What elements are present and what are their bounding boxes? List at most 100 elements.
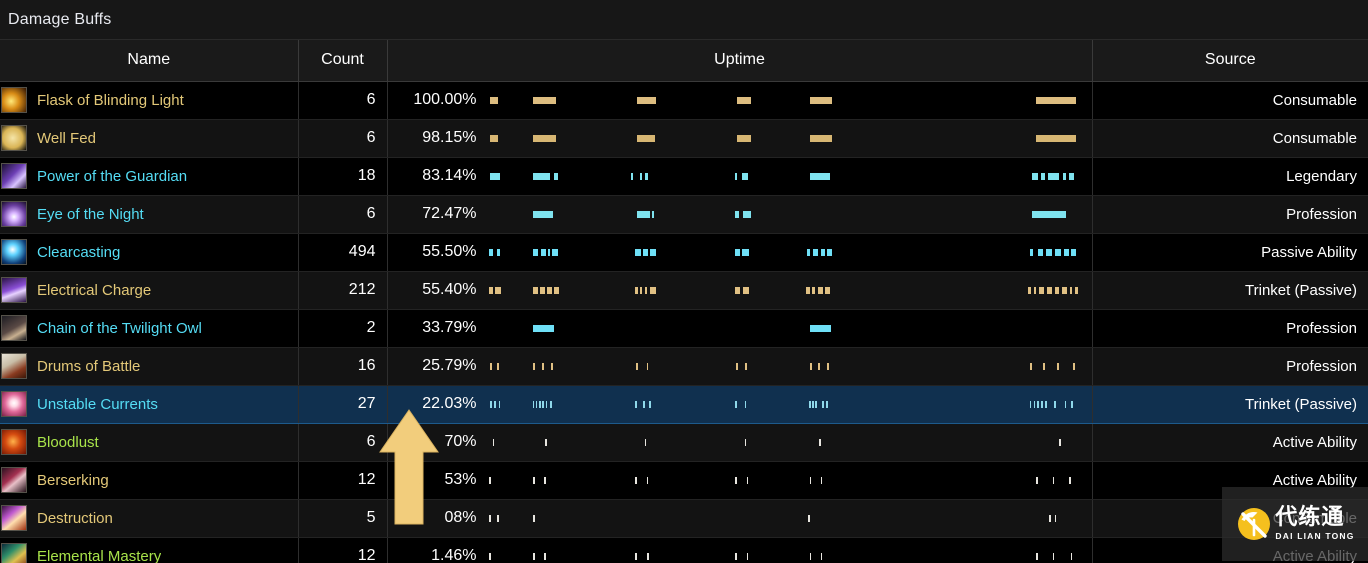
uptime-segment xyxy=(734,172,737,180)
window-titlebar: Damage Buffs xyxy=(0,0,1368,40)
uptime-segment xyxy=(1069,172,1074,180)
table-row-power-of-the-guardian[interactable]: Power of the Guardian 18 83.14% Legendar… xyxy=(0,157,1368,196)
cell-source: Profession xyxy=(1092,195,1368,234)
uptime-segment xyxy=(818,286,824,294)
uptime-segment xyxy=(497,362,500,370)
table-header: Name Count Uptime Source xyxy=(0,40,1368,82)
table-row-unstable-currents[interactable]: Unstable Currents 27 22.03% Trinket (Pas… xyxy=(0,384,1368,424)
uptime-segment xyxy=(808,400,811,408)
cell-name[interactable]: Flask of Blinding Light xyxy=(0,81,299,120)
uptime-segment xyxy=(550,400,553,408)
table-row-chain-of-the-twilight-owl[interactable]: Chain of the Twilight Owl 2 33.79% Profe… xyxy=(0,309,1368,348)
uptime-segment xyxy=(635,400,637,408)
cell-name[interactable]: Unstable Currents xyxy=(0,384,299,424)
uptime-segment xyxy=(1071,248,1076,256)
buff-name-label: Well Fed xyxy=(37,129,96,147)
uptime-segment xyxy=(734,210,739,218)
uptime-segment xyxy=(494,400,496,408)
uptime-segment xyxy=(820,248,826,256)
uptime-segment xyxy=(1052,552,1055,560)
uptime-segment xyxy=(635,286,638,294)
cell-name[interactable]: Destruction xyxy=(0,499,299,538)
uptime-segment xyxy=(542,362,545,370)
uptime-segment xyxy=(1036,96,1076,104)
uptime-segment xyxy=(742,286,750,294)
table-row-flask-of-blinding-light[interactable]: Flask of Blinding Light 6 100.00% Consum… xyxy=(0,81,1368,120)
cell-name[interactable]: Elemental Mastery xyxy=(0,537,299,563)
column-header-uptime[interactable]: Uptime xyxy=(387,40,1093,82)
uptime-segment xyxy=(635,476,637,484)
uptime-bar-track xyxy=(480,386,1092,423)
uptime-percent-label: 08% xyxy=(444,509,477,526)
uptime-segment xyxy=(1062,172,1066,180)
column-header-name[interactable]: Name xyxy=(0,40,299,82)
cell-name[interactable]: Drums of Battle xyxy=(0,347,299,386)
power-of-the-guardian-icon xyxy=(1,163,27,189)
cell-name[interactable]: Chain of the Twilight Owl xyxy=(0,309,299,348)
bloodlust-icon xyxy=(1,429,27,455)
cell-name[interactable]: Eye of the Night xyxy=(0,195,299,234)
uptime-segment xyxy=(822,400,824,408)
uptime-segment xyxy=(1064,400,1067,408)
cell-name[interactable]: Electrical Charge xyxy=(0,271,299,310)
table-row-drums-of-battle[interactable]: Drums of Battle 16 25.79% Profession xyxy=(0,347,1368,386)
cell-name[interactable]: Berserking xyxy=(0,461,299,500)
cell-count: 18 xyxy=(298,157,388,196)
uptime-segment xyxy=(652,210,655,218)
uptime-segment xyxy=(1029,362,1032,370)
cell-source: Trinket (Passive) xyxy=(1092,384,1368,424)
cell-name[interactable]: Clearcasting xyxy=(0,233,299,272)
uptime-segment xyxy=(1056,362,1059,370)
uptime-segment xyxy=(490,400,492,408)
uptime-segment xyxy=(737,134,751,142)
cell-name[interactable]: Well Fed xyxy=(0,119,299,158)
uptime-segment xyxy=(646,476,649,484)
uptime-segment xyxy=(745,362,748,370)
uptime-segment xyxy=(1054,514,1057,522)
uptime-segment xyxy=(1049,514,1052,522)
uptime-segment xyxy=(533,96,557,104)
cell-name[interactable]: Bloodlust xyxy=(0,423,299,462)
uptime-segment xyxy=(1040,172,1045,180)
buff-name-label: Power of the Guardian xyxy=(37,167,188,185)
berserking-icon xyxy=(1,467,27,493)
uptime-segment xyxy=(533,362,536,370)
table-row-electrical-charge[interactable]: Electrical Charge 212 55.40% Trinket (Pa… xyxy=(0,271,1368,310)
uptime-segment xyxy=(635,362,638,370)
uptime-percent-label: 33.79% xyxy=(422,319,477,336)
uptime-segment xyxy=(1070,552,1073,560)
uptime-segment xyxy=(497,514,499,522)
uptime-segment xyxy=(1029,248,1033,256)
uptime-segment xyxy=(809,552,812,560)
uptime-segment xyxy=(1069,286,1073,294)
table-row-berserking[interactable]: Berserking 12 53% Active Ability xyxy=(0,461,1368,500)
cell-source: Consumable xyxy=(1092,81,1368,120)
table-row-well-fed[interactable]: Well Fed 6 98.15% Consumable xyxy=(0,119,1368,158)
uptime-bar-track xyxy=(480,196,1092,233)
column-header-source[interactable]: Source xyxy=(1092,40,1368,82)
cell-source: Consumable xyxy=(1092,499,1368,538)
table-row-destruction[interactable]: Destruction 5 08% Consumable xyxy=(0,499,1368,538)
table-row-eye-of-the-night[interactable]: Eye of the Night 6 72.47% Profession xyxy=(0,195,1368,234)
table-row-elemental-mastery[interactable]: Elemental Mastery 12 1.46% Active Abilit… xyxy=(0,537,1368,563)
uptime-segment xyxy=(827,362,830,370)
table-row-bloodlust[interactable]: Bloodlust 6 70% Active Ability xyxy=(0,423,1368,462)
uptime-bar-track xyxy=(480,348,1092,385)
cell-name[interactable]: Power of the Guardian xyxy=(0,157,299,196)
uptime-segment xyxy=(1064,248,1069,256)
uptime-segment xyxy=(636,96,657,104)
cell-source: Profession xyxy=(1092,347,1368,386)
uptime-segment xyxy=(649,400,651,408)
cell-count: 2 xyxy=(298,309,388,348)
cell-uptime: 55.50% xyxy=(387,233,1093,272)
uptime-segment xyxy=(815,400,818,408)
uptime-segment xyxy=(1036,552,1038,560)
uptime-segment xyxy=(533,210,554,218)
buff-name-label: Flask of Blinding Light xyxy=(37,91,184,109)
column-header-count[interactable]: Count xyxy=(298,40,388,82)
table-row-clearcasting[interactable]: Clearcasting 494 55.50% Passive Ability xyxy=(0,233,1368,272)
uptime-percent-label: 53% xyxy=(444,471,477,488)
uptime-segment xyxy=(820,552,823,560)
uptime-segment xyxy=(744,400,747,408)
buff-name-label: Chain of the Twilight Owl xyxy=(37,319,202,337)
